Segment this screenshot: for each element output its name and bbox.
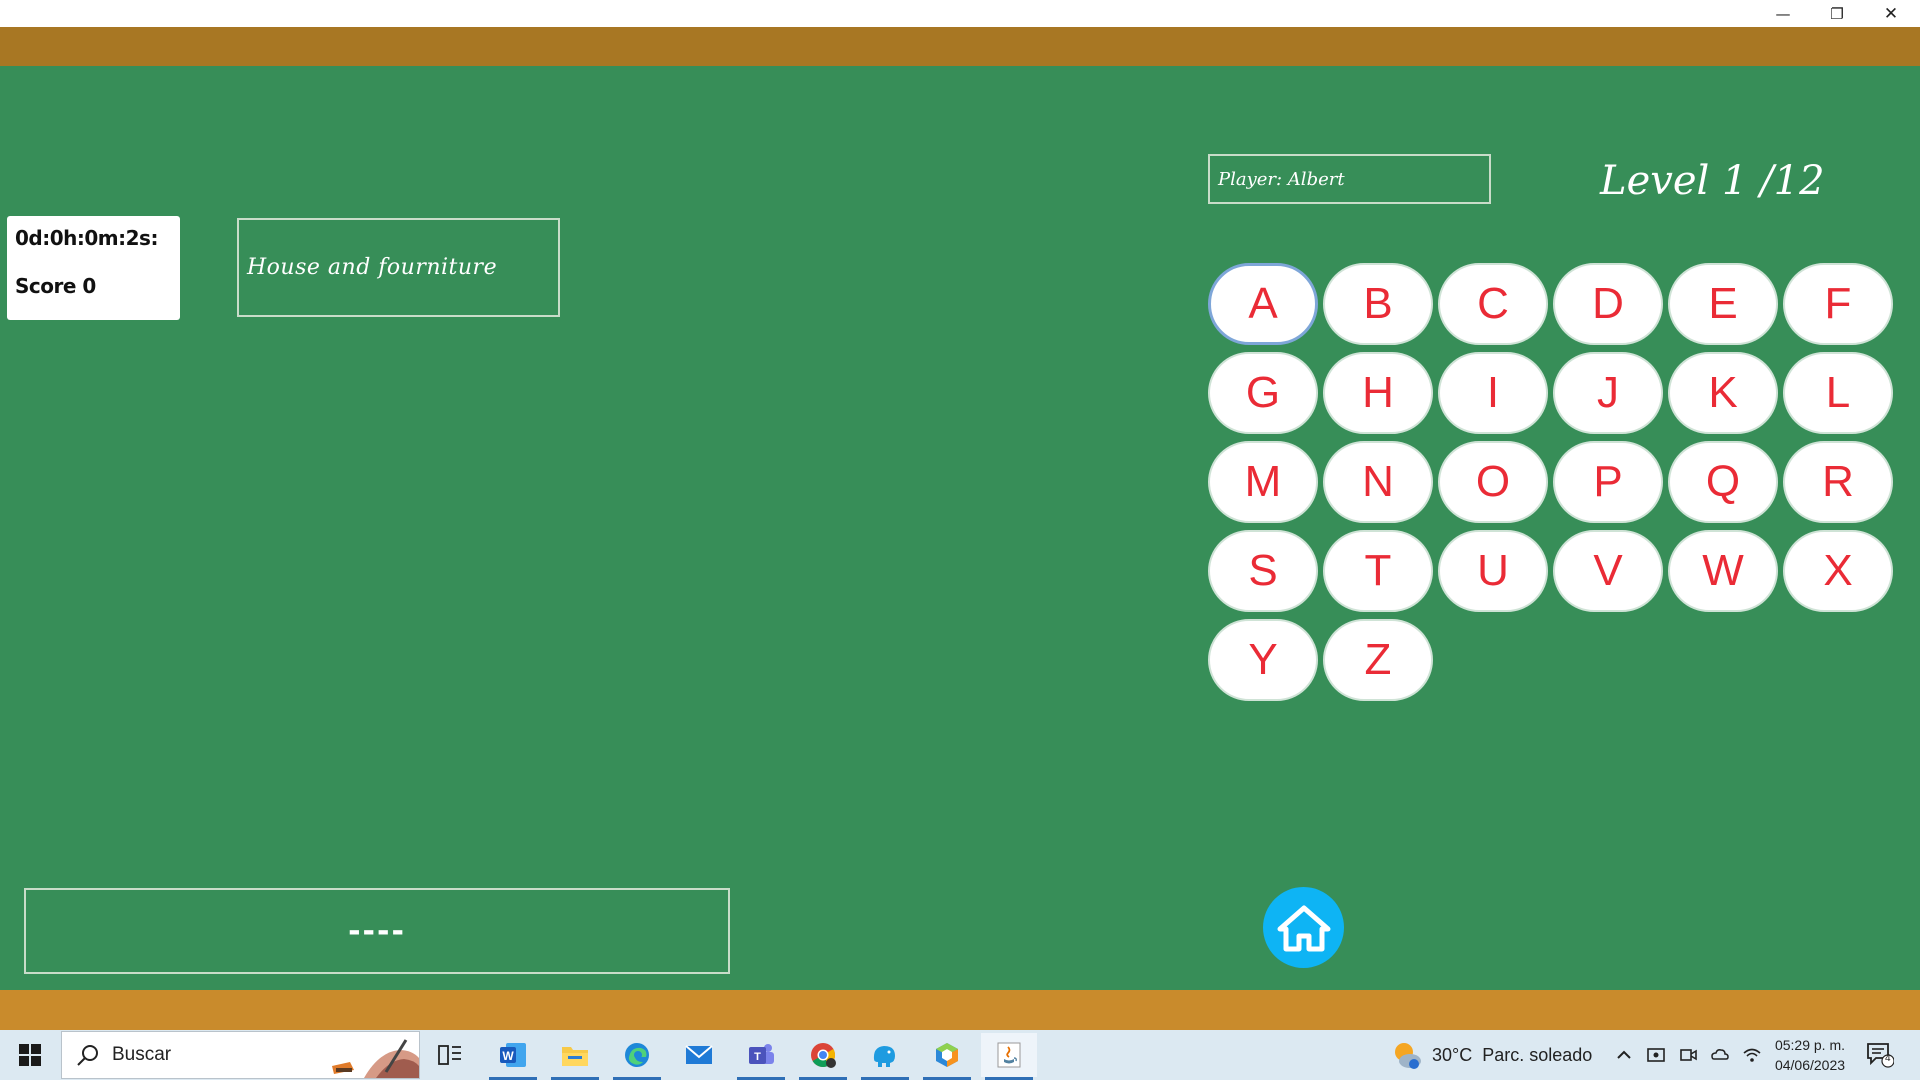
game-board [0, 66, 1920, 990]
letter-key-z[interactable]: Z [1323, 619, 1433, 701]
search-icon [77, 1045, 98, 1066]
letter-key-v[interactable]: V [1553, 530, 1663, 612]
minimize-button[interactable]: — [1756, 0, 1810, 27]
java-icon [997, 1042, 1021, 1068]
level-indicator: Level 1 /12 [1600, 158, 1825, 204]
score-label: Score 0 [15, 274, 96, 298]
wood-frame-bottom [0, 990, 1920, 1030]
elapsed-time: 0d:0h:0m:2s: [15, 226, 158, 250]
taskbar-app-edge[interactable] [609, 1033, 665, 1080]
svg-text:T: T [754, 1051, 761, 1063]
weather-sun-cloud-icon [1395, 1043, 1421, 1069]
letter-key-w[interactable]: W [1668, 530, 1778, 612]
file-explorer-icon [562, 1047, 588, 1066]
weather-temperature: 30°C [1432, 1044, 1473, 1065]
letter-key-f[interactable]: F [1783, 263, 1893, 345]
home-button[interactable] [1263, 887, 1344, 968]
taskbar-app-mail[interactable] [671, 1033, 727, 1077]
taskbar-search[interactable]: Buscar [61, 1031, 420, 1079]
timer-panel: 0d:0h:0m:2s: Score 0 [7, 216, 180, 320]
letter-key-n[interactable]: N [1323, 441, 1433, 523]
category-panel: House and fourniture [237, 218, 560, 317]
wifi-icon[interactable] [1742, 1045, 1762, 1065]
taskbar-app-word[interactable]: W [485, 1033, 541, 1080]
letter-key-g[interactable]: G [1208, 352, 1318, 434]
system-tray [1614, 1030, 1762, 1080]
word-icon: W [500, 1043, 526, 1067]
letter-key-i[interactable]: I [1438, 352, 1548, 434]
taskbar-app-task-view[interactable] [422, 1033, 478, 1077]
mail-icon [685, 1045, 713, 1064]
chevron-up-icon[interactable] [1614, 1045, 1634, 1065]
camera-icon[interactable] [1678, 1045, 1698, 1065]
notification-center-button[interactable]: 4 [1866, 1042, 1895, 1068]
letter-key-t[interactable]: T [1323, 530, 1433, 612]
letter-key-s[interactable]: S [1208, 530, 1318, 612]
search-highlight-illustration [332, 1039, 419, 1078]
letter-key-h[interactable]: H [1323, 352, 1433, 434]
weather-description: Parc. soleado [1482, 1044, 1593, 1065]
letter-key-q[interactable]: Q [1668, 441, 1778, 523]
search-placeholder: Buscar [112, 1044, 172, 1065]
hidden-word: ---- [348, 913, 406, 949]
maximize-button[interactable]: ❐ [1810, 0, 1864, 27]
taskbar-clock[interactable]: 05:29 p. m. 04/06/2023 [1760, 1035, 1860, 1075]
taskbar-app-elephant-app[interactable] [857, 1033, 913, 1080]
window-titlebar: — ❐ ✕ [0, 0, 1920, 27]
letter-key-b[interactable]: B [1323, 263, 1433, 345]
letter-key-j[interactable]: J [1553, 352, 1663, 434]
cube-app-icon [936, 1043, 958, 1067]
notification-count: 4 [1885, 1053, 1891, 1064]
letter-key-d[interactable]: D [1553, 263, 1663, 345]
task-view-icon [438, 1045, 461, 1065]
teams-icon: T [749, 1044, 774, 1064]
meet-now-icon[interactable] [1646, 1045, 1666, 1065]
taskbar-app-file-explorer[interactable] [547, 1033, 603, 1080]
windows-logo-icon [19, 1044, 41, 1066]
svg-text:W: W [502, 1049, 514, 1063]
clock-date: 04/06/2023 [1774, 1057, 1846, 1073]
letter-key-p[interactable]: P [1553, 441, 1663, 523]
weather-widget[interactable]: 30°C Parc. soleado [1392, 1030, 1592, 1080]
chrome-icon [811, 1043, 836, 1068]
taskbar-app-java[interactable] [981, 1033, 1037, 1080]
onedrive-icon[interactable] [1710, 1045, 1730, 1065]
letter-key-u[interactable]: U [1438, 530, 1548, 612]
letter-key-e[interactable]: E [1668, 263, 1778, 345]
player-label: Player: Albert [1218, 168, 1345, 190]
letter-key-x[interactable]: X [1783, 530, 1893, 612]
wood-frame-top [0, 27, 1920, 66]
taskbar-app-chrome[interactable] [795, 1033, 851, 1080]
letter-key-r[interactable]: R [1783, 441, 1893, 523]
letter-key-l[interactable]: L [1783, 352, 1893, 434]
player-panel: Player: Albert [1208, 154, 1491, 204]
hidden-word-panel: ---- [24, 888, 730, 974]
letter-key-m[interactable]: M [1208, 441, 1318, 523]
elephant-app-icon [873, 1046, 895, 1067]
taskbar-app-teams[interactable]: T [733, 1033, 789, 1080]
category-label: House and fourniture [247, 255, 498, 280]
clock-time: 05:29 p. m. [1774, 1037, 1846, 1053]
taskbar-app-cube-app[interactable] [919, 1033, 975, 1080]
letter-key-k[interactable]: K [1668, 352, 1778, 434]
windows-taskbar: Buscar W T 30°C Parc. soleado 05:29 p. m.… [0, 1030, 1920, 1080]
letter-key-y[interactable]: Y [1208, 619, 1318, 701]
letter-key-a[interactable]: A [1208, 263, 1318, 345]
letter-key-c[interactable]: C [1438, 263, 1548, 345]
home-icon [1277, 905, 1330, 951]
letter-key-o[interactable]: O [1438, 441, 1548, 523]
close-button[interactable]: ✕ [1864, 0, 1918, 27]
start-button[interactable] [0, 1030, 60, 1080]
edge-icon [625, 1043, 649, 1067]
